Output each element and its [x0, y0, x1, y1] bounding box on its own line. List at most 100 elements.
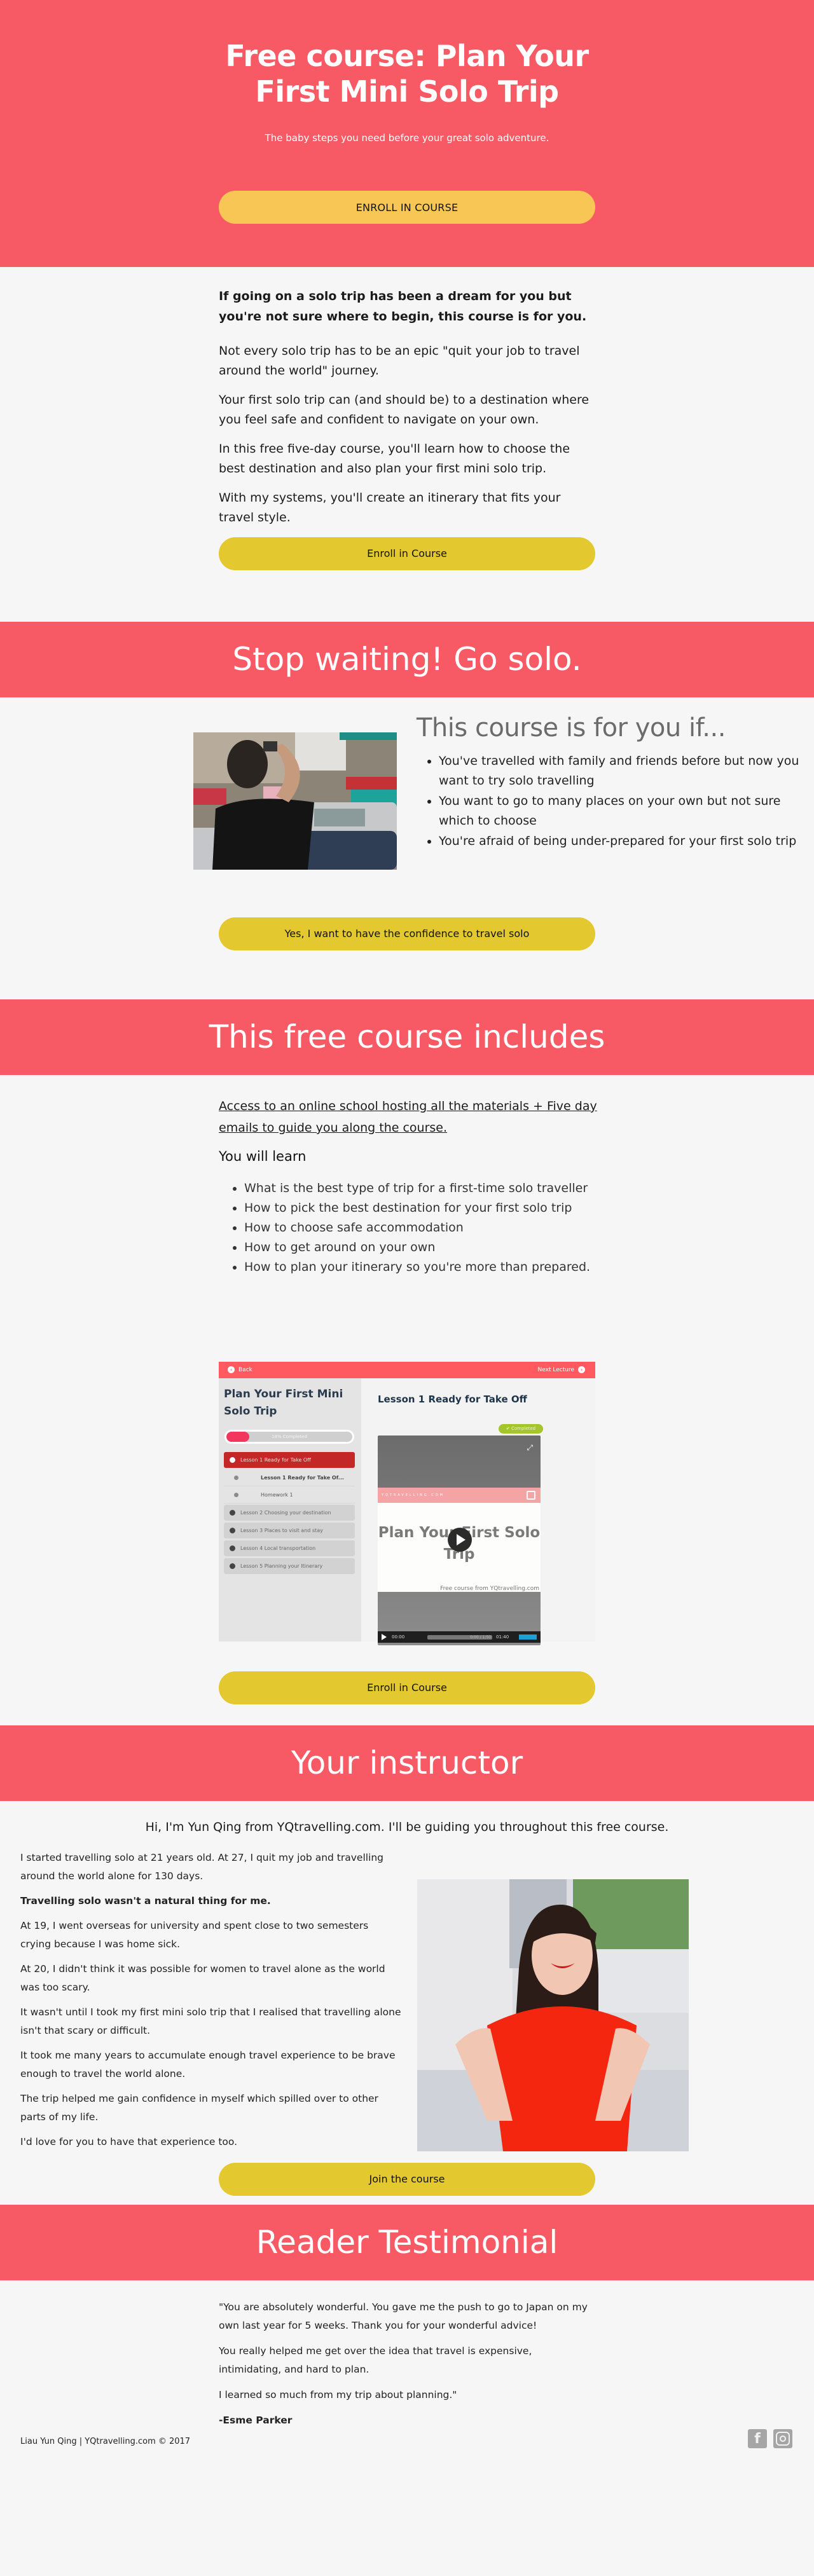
bio-paragraph-bold: Travelling solo wasn't a natural thing f… [20, 1895, 271, 1907]
mock-time-progress: 0:00 / 1:50 [470, 1635, 491, 1640]
mock-lesson-label: Lesson 3 Places to visit and stay [240, 1528, 323, 1533]
mock-lesson-label: Lesson 2 Choosing your destination [240, 1510, 331, 1516]
chevron-circle-icon [230, 1528, 235, 1533]
online-school-access-text: Access to an online school hosting all t… [219, 1099, 597, 1135]
mock-completed-badge: ✔ Completed [499, 1424, 543, 1434]
mock-video-player: ⤢ YQTRAVELLING.COM Plan Your First Solo … [378, 1435, 541, 1645]
play-icon [448, 1528, 472, 1552]
learn-item: How to get around on your own [244, 1238, 600, 1257]
mock-progress-bar: 18% Completed [224, 1430, 354, 1444]
mock-sub-item: Lesson 1 Ready for Take Of... [224, 1469, 355, 1486]
check-circle-icon [234, 1493, 238, 1497]
learn-item: How to plan your itinerary so you're mor… [244, 1257, 600, 1277]
hero-subtitle: The baby steps you need before your grea… [265, 132, 549, 144]
learn-list: What is the best type of trip for a firs… [244, 1179, 600, 1277]
enroll-hero-button[interactable]: ENROLL IN COURSE [219, 191, 595, 224]
mock-video-brand-text: YQTRAVELLING.COM [382, 1493, 445, 1497]
enroll-includes-button[interactable]: Enroll in Course [219, 1671, 595, 1704]
mock-sidebar: Plan Your First Mini Solo Trip 18% Compl… [219, 1378, 361, 1641]
testimonial-paragraph: I learned so much from my trip about pla… [219, 2389, 457, 2401]
chevron-circle-icon [230, 1457, 235, 1463]
hero-title: Free course: Plan Your First Mini Solo T… [225, 39, 589, 109]
mock-back-label: Back [238, 1367, 252, 1373]
arrow-right-circle-icon: › [578, 1366, 585, 1373]
expand-icon: ⤢ [527, 1443, 533, 1452]
chevron-circle-icon [230, 1545, 235, 1551]
bio-paragraph: The trip helped me gain confidence in my… [20, 2093, 378, 2123]
join-course-button[interactable]: Join the course [219, 2163, 595, 2196]
for-you-list: You've travelled with family and friends… [439, 751, 801, 852]
facebook-icon[interactable]: f [748, 2429, 767, 2448]
instructor-section: I started travelling solo at 21 years ol… [0, 1849, 814, 2205]
mock-main-panel: Lesson 1 Ready for Take Off ✔ Completed … [361, 1378, 595, 1645]
check-circle-icon [234, 1476, 238, 1480]
mock-back-link: ‹ Back [224, 1362, 252, 1378]
chevron-circle-icon [230, 1510, 235, 1516]
mock-video-brand: YQTRAVELLING.COM [378, 1488, 541, 1503]
bio-paragraph: I'd love for you to have that experience… [20, 2136, 238, 2148]
intro-paragraph: Your first solo trip can (and should be)… [219, 393, 590, 427]
mock-volume-time: 01:40 [496, 1634, 509, 1640]
intro-lead: If going on a solo trip has been a dream… [219, 289, 587, 324]
mock-seek-bar: 0:00 / 1:50 [427, 1635, 492, 1640]
includes-section: Access to an online school hosting all t… [0, 1075, 814, 1725]
bio-paragraph: It took me many years to accumulate enou… [20, 2050, 396, 2079]
mock-lesson-label: Lesson 1 Ready for Take Off [240, 1457, 311, 1463]
testimonial-paragraph: You really helped me get over the idea t… [219, 2345, 532, 2375]
confidence-cta-button[interactable]: Yes, I want to have the confidence to tr… [219, 917, 595, 950]
traveller-photo [193, 732, 397, 870]
mock-settings-icons [519, 1634, 537, 1640]
chevron-circle-icon [230, 1563, 235, 1569]
instagram-camera-glyph [776, 2432, 790, 2446]
footer: Liau Yun Qing | YQtravelling.com © 2017 … [0, 2410, 814, 2483]
for-you-item: You've travelled with family and friends… [439, 751, 801, 791]
mock-lesson-label: Lesson 5 Planning your Itinerary [240, 1563, 323, 1569]
mock-sub-label: Homework 1 [261, 1492, 293, 1498]
play-small-icon [382, 1634, 387, 1640]
hero-section: Free course: Plan Your First Mini Solo T… [0, 0, 814, 267]
bio-paragraph: At 19, I went overseas for university an… [20, 1920, 369, 1950]
learn-item: How to choose safe accommodation [244, 1218, 600, 1238]
for-you-item: You want to go to many places on your ow… [439, 791, 801, 831]
for-you-item: You're afraid of being under-prepared fo… [439, 832, 801, 851]
traveller-photo-illustration [193, 732, 397, 870]
enroll-intro-button[interactable]: Enroll in Course [219, 537, 595, 570]
mock-video-credit: Free course from YQtravelling.com [440, 1586, 539, 1592]
mock-lesson-item: Lesson 3 Places to visit and stay [224, 1523, 355, 1538]
mock-lesson-label: Lesson 4 Local transportation [240, 1545, 316, 1551]
banner-course-includes: This free course includes [0, 999, 814, 1075]
instructor-portrait-illustration [417, 1879, 689, 2151]
mock-video-controls: 00:00 0:00 / 1:50 01:40 [378, 1631, 541, 1643]
for-you-section: This course is for you if... You've trav… [0, 697, 814, 999]
bio-paragraph: I started travelling solo at 21 years ol… [20, 1852, 384, 1882]
instructor-portrait [417, 1879, 689, 2151]
mock-lesson-item: Lesson 2 Choosing your destination [224, 1505, 355, 1521]
instructor-intro: Hi, I'm Yun Qing from YQtravelling.com. … [145, 1820, 669, 1834]
testimonial-paragraph: "You are absolutely wonderful. You gave … [219, 2301, 588, 2331]
mock-next-label: Next Lecture [537, 1367, 574, 1373]
mock-lesson-title: Lesson 1 Ready for Take Off [378, 1394, 527, 1405]
learn-item: What is the best type of trip for a firs… [244, 1179, 600, 1198]
intro-paragraph: With my systems, you'll create an itiner… [219, 491, 561, 524]
instagram-icon[interactable] [773, 2429, 792, 2448]
learn-item: How to pick the best destination for you… [244, 1198, 600, 1218]
you-will-learn-heading: You will learn [219, 1149, 307, 1164]
mock-sub-label: Lesson 1 Ready for Take Of... [261, 1475, 344, 1481]
testimonial-section: "You are absolutely wonderful. You gave … [0, 2280, 814, 2426]
mock-course-title: Plan Your First Mini Solo Trip [224, 1388, 343, 1418]
bio-paragraph: It wasn't until I took my first mini sol… [20, 2006, 401, 2036]
mock-lesson-item: Lesson 4 Local transportation [224, 1540, 355, 1556]
mock-sub-item: Homework 1 [224, 1486, 355, 1504]
footer-copyright: Liau Yun Qing | YQtravelling.com © 2017 [20, 2437, 191, 2446]
intro-paragraph: Not every solo trip has to be an epic "q… [219, 344, 580, 378]
suitcase-icon [527, 1491, 535, 1500]
bio-paragraph: At 20, I didn't think it was possible fo… [20, 1963, 385, 1993]
mock-lesson-item: Lesson 1 Ready for Take Off [224, 1452, 355, 1468]
instructor-bio: I started travelling solo at 21 years ol… [20, 1849, 402, 2158]
course-platform-screenshot: ‹ Back Next Lecture › Plan Your First Mini… [219, 1362, 595, 1645]
banner-instructor: Your instructor [0, 1725, 814, 1801]
mock-top-bar: ‹ Back Next Lecture › [219, 1362, 595, 1378]
for-you-heading: This course is for you if... [417, 713, 726, 743]
arrow-left-circle-icon: ‹ [228, 1366, 235, 1373]
mock-next-lecture-link: Next Lecture › [538, 1362, 589, 1378]
